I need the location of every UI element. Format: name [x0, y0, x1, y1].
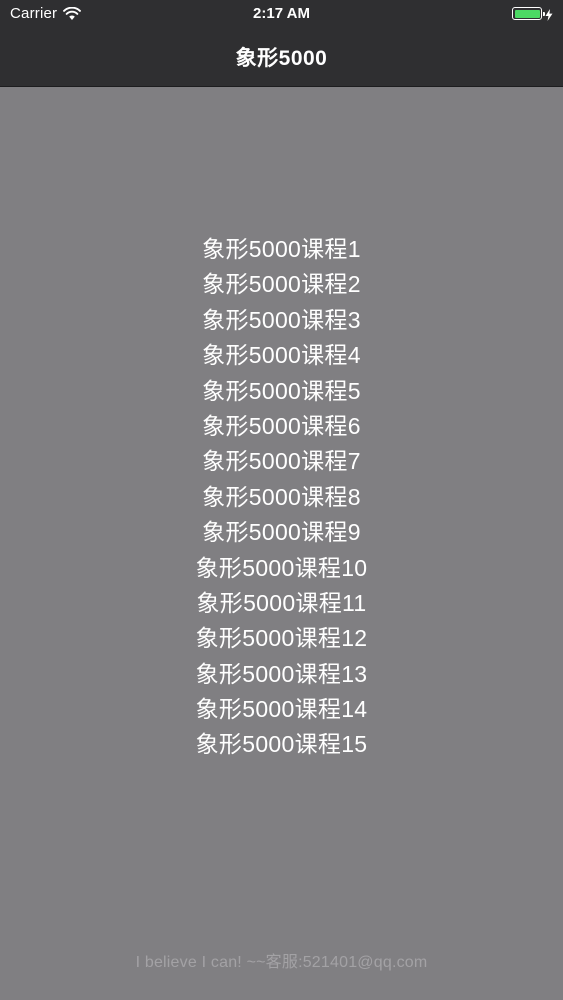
course-list: 象形5000课程1 象形5000课程2 象形5000课程3 象形5000课程4 象形50… [0, 232, 563, 763]
status-bar: Carrier 2:17 AM [0, 0, 563, 30]
course-item[interactable]: 象形5000课程4 [0, 338, 563, 373]
course-item[interactable]: 象形5000课程9 [0, 515, 563, 550]
course-item[interactable]: 象形5000课程10 [0, 551, 563, 586]
course-item[interactable]: 象形5000课程5 [0, 374, 563, 409]
course-item[interactable]: 象形5000课程15 [0, 727, 563, 762]
page-title: 象形5000 [235, 47, 328, 70]
course-item[interactable]: 象形5000课程8 [0, 480, 563, 515]
battery-icon [512, 7, 545, 20]
course-item[interactable]: 象形5000课程14 [0, 692, 563, 727]
bolt-icon [545, 8, 553, 21]
battery-level-fill [514, 9, 540, 18]
course-item[interactable]: 象形5000课程2 [0, 267, 563, 302]
course-item[interactable]: 象形5000课程12 [0, 621, 563, 656]
navigation-bar: Carrier 2:17 AM 象形5000 [0, 0, 563, 87]
course-item[interactable]: 象形5000课程6 [0, 409, 563, 444]
battery-group [512, 7, 553, 21]
course-item[interactable]: 象形5000课程1 [0, 232, 563, 267]
footer-text: I believe I can! ~~客服:521401@qq.com [135, 954, 428, 971]
course-item[interactable]: 象形5000课程7 [0, 444, 563, 479]
course-item[interactable]: 象形5000课程3 [0, 303, 563, 338]
course-item[interactable]: 象形5000课程11 [0, 586, 563, 621]
app-screen: Carrier 2:17 AM 象形5000 象形5000课程1 象形5000课… [0, 0, 563, 1000]
clock-time: 2:17 AM [253, 5, 310, 22]
course-item[interactable]: 象形5000课程13 [0, 657, 563, 692]
